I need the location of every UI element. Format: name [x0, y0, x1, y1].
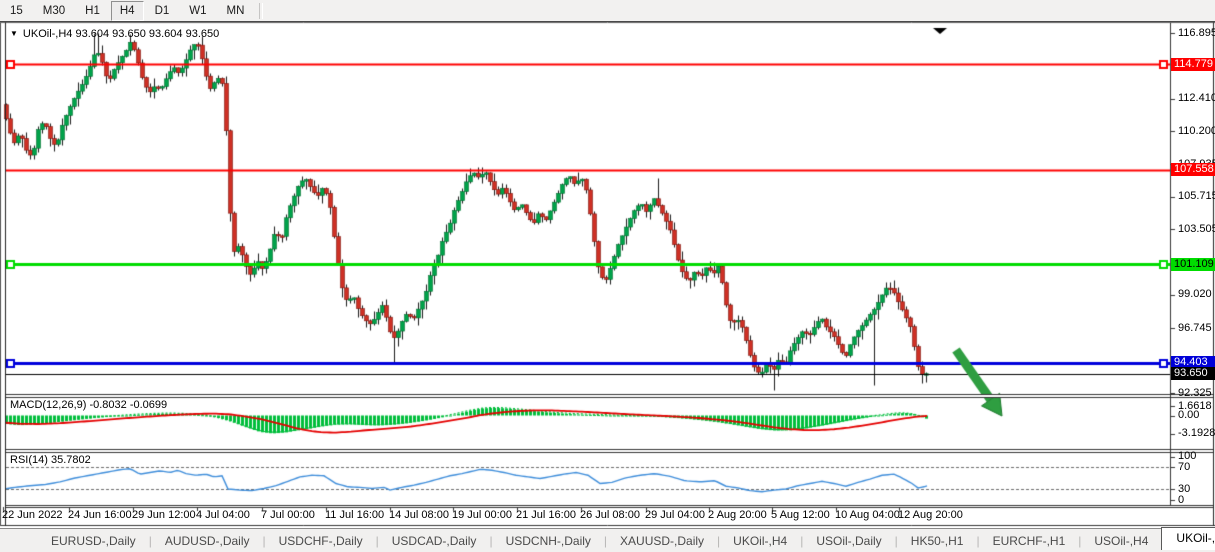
rsi-axis-label: 70 — [1178, 462, 1190, 473]
date-tick-label: 29 Jun 12:00 — [132, 509, 196, 521]
timeframe-button-d1[interactable]: D1 — [146, 1, 179, 21]
price-axis-label: 96.745 — [1178, 323, 1212, 334]
chart-title: ▼ UKOil-,H4 93.604 93.650 93.604 93.650 — [10, 28, 219, 40]
tab-audusd-daily[interactable]: AUDUSD-,Daily — [152, 531, 263, 551]
price-badge-93-650: 93.650 — [1171, 367, 1215, 380]
date-tick-label: 7 Jul 00:00 — [261, 509, 315, 521]
date-tick-label: 11 Jul 16:00 — [325, 509, 384, 521]
rsi-indicator-label: RSI(14) 35.7802 — [10, 454, 91, 466]
tab-usdchf-daily[interactable]: USDCHF-,Daily — [266, 531, 376, 551]
date-tick-label: 26 Jul 08:00 — [580, 509, 640, 521]
timeframe-button-m30[interactable]: M30 — [34, 1, 74, 21]
tab-xauusd-daily[interactable]: XAUUSD-,Daily — [607, 531, 717, 551]
date-tick-label: 24 Jun 16:00 — [68, 509, 132, 521]
price-badge-101-109: 101.109 — [1171, 258, 1215, 271]
date-tick-label: 19 Jul 00:00 — [452, 509, 512, 521]
tab-hk50-h1[interactable]: HK50-,H1 — [898, 531, 977, 551]
chart-title-text: UKOil-,H4 93.604 93.650 93.604 93.650 — [23, 28, 219, 40]
date-tick-label: 2 Aug 20:00 — [708, 509, 767, 521]
tab-usoil-h4[interactable]: USOil-,H4 — [1081, 531, 1161, 551]
price-axis-label: 112.410 — [1178, 93, 1215, 104]
symbol-tabbar: EURUSD-,Daily|AUDUSD-,Daily|USDCHF-,Dail… — [0, 528, 1215, 552]
chevron-down-icon: ▼ — [10, 29, 18, 38]
date-tick-label: 12 Aug 20:00 — [898, 509, 963, 521]
price-badge-107-558: 107.558 — [1171, 163, 1215, 176]
tab-ukoil-h4[interactable]: UKOil-,H4 — [720, 531, 800, 551]
price-axis-label: 99.020 — [1178, 289, 1212, 300]
tab-usdcnh-daily[interactable]: USDCNH-,Daily — [493, 531, 604, 551]
price-axis-label: 103.505 — [1178, 224, 1215, 235]
timeframe-button-15[interactable]: 15 — [1, 1, 32, 21]
price-badge-114-779: 114.779 — [1171, 58, 1215, 71]
date-tick-label: 29 Jul 04:00 — [645, 509, 705, 521]
tab-eurusd-daily[interactable]: EURUSD-,Daily — [38, 531, 149, 551]
tab-eurchf-h1[interactable]: EURCHF-,H1 — [980, 531, 1079, 551]
macd-indicator-label: MACD(12,26,9) -0.8032 -0.0699 — [10, 399, 167, 411]
timeframe-button-h4[interactable]: H4 — [111, 1, 144, 21]
rsi-axis-label: 0 — [1178, 495, 1184, 506]
date-tick-label: 22 Jun 2022 — [2, 509, 63, 521]
price-axis-label: 105.715 — [1178, 191, 1215, 202]
timeframe-button-mn[interactable]: MN — [218, 1, 254, 21]
price-axis-label: 116.895 — [1178, 28, 1215, 39]
date-tick-label: 10 Aug 04:00 — [835, 509, 900, 521]
date-tick-label: 14 Jul 08:00 — [389, 509, 449, 521]
timeframe-toolbar: 15M30H1H4D1W1MN — [0, 0, 1215, 22]
macd-axis-label: 0.00 — [1178, 410, 1199, 421]
price-axis-label: 110.200 — [1178, 126, 1215, 137]
toolbar-separator — [259, 3, 263, 19]
date-tick-label: 4 Jul 04:00 — [196, 509, 250, 521]
tab-ukoil-h4-active[interactable]: UKOil-,H4 — [1161, 527, 1215, 550]
timeframe-button-w1[interactable]: W1 — [180, 1, 215, 21]
date-tick-label: 5 Aug 12:00 — [771, 509, 830, 521]
date-tick-label: 21 Jul 16:00 — [516, 509, 576, 521]
tab-usdcad-daily[interactable]: USDCAD-,Daily — [379, 531, 490, 551]
timeframe-button-h1[interactable]: H1 — [76, 1, 109, 21]
price-axis-label: 92.325 — [1178, 388, 1212, 399]
rsi-axis-label: 30 — [1178, 484, 1190, 495]
price-chart-canvas[interactable] — [0, 0, 1215, 552]
macd-axis-label: -3.1928 — [1178, 428, 1215, 439]
tab-usoil-daily[interactable]: USOil-,Daily — [803, 531, 894, 551]
